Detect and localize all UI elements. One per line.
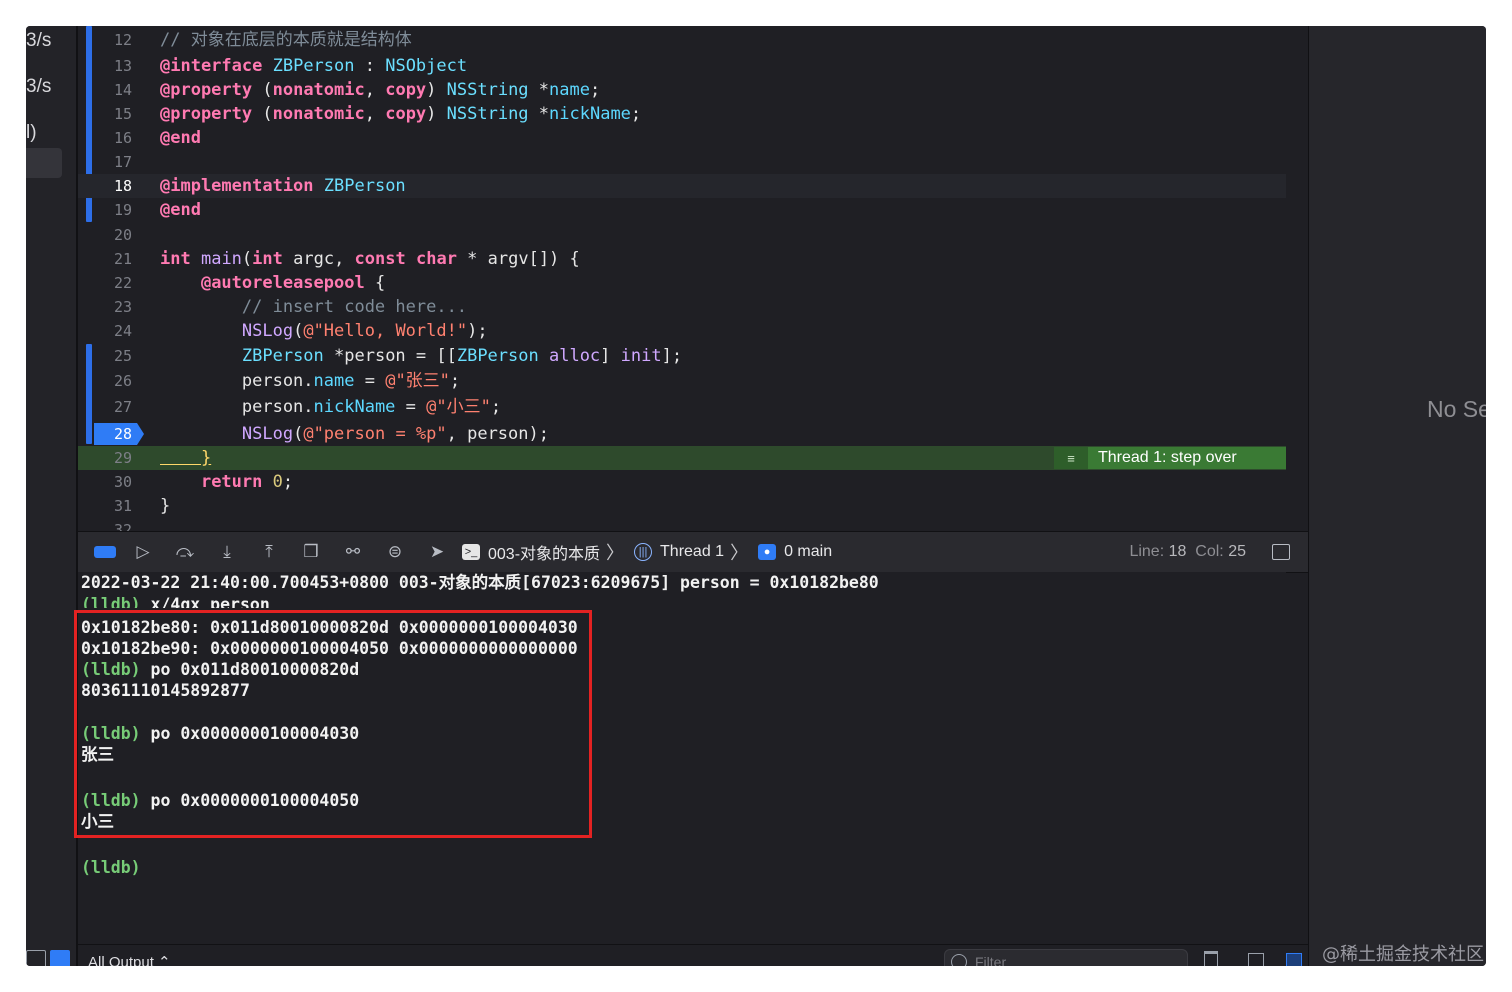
- code-text: person.nickName = @"小三";: [160, 397, 502, 417]
- navigator-fragment: 3/s: [26, 76, 52, 97]
- toggle-console-icon[interactable]: [1272, 544, 1290, 560]
- code-text: NSLog(@"Hello, World!");: [241, 321, 488, 341]
- view-hierarchy-icon[interactable]: ❒: [296, 539, 326, 565]
- watermark: @稀土掘金技术社区: [1322, 944, 1484, 965]
- code-text: ZBPerson *person = [[ZBPerson alloc] ini…: [241, 346, 683, 366]
- chevron-right-icon: 〉: [730, 543, 749, 563]
- code-text: @interface ZBPerson : NSObject: [160, 56, 468, 76]
- code-text: @property (nonatomic, copy) NSString *ni…: [160, 104, 642, 124]
- code-line[interactable]: 14 @property (nonatomic, copy) NSString *…: [78, 78, 1286, 102]
- code-line[interactable]: 26 person.name = @"张三";: [78, 369, 1286, 393]
- code-line[interactable]: 15 @property (nonatomic, copy) NSString *…: [78, 102, 1286, 126]
- variables-pane-icon[interactable]: [1248, 953, 1264, 966]
- navigator-bottom-icons: [26, 950, 70, 966]
- code-text: }: [160, 496, 171, 516]
- code-line[interactable]: 31}: [78, 494, 1286, 518]
- code-line[interactable]: 23 // insert code here...: [78, 295, 1286, 319]
- console-bottom-bar: All Output ⌃ Filter: [78, 944, 1308, 966]
- code-line[interactable]: 27 person.nickName = @"小三";: [78, 395, 1286, 419]
- thread-step-badge[interactable]: ≡ Thread 1: step over: [1054, 447, 1286, 469]
- code-text: @autoreleasepool {: [200, 273, 386, 293]
- code-line[interactable]: 16 @end: [78, 126, 1286, 150]
- breakpoint-marker[interactable]: 28: [94, 423, 144, 445]
- code-text: // insert code here...: [160, 297, 468, 317]
- breadcrumb-label: Thread 1: [660, 543, 725, 560]
- simulate-location-icon[interactable]: ➤: [422, 539, 452, 565]
- console-prompt-line[interactable]: (lldb): [81, 857, 141, 879]
- code-text: return 0;: [200, 472, 294, 492]
- console-filter-field[interactable]: Filter: [944, 949, 1188, 966]
- list-icon: ≡: [1054, 447, 1088, 469]
- breadcrumb-target[interactable]: >_ 003-对象的本质 〉: [462, 539, 624, 565]
- breadcrumb-label: 0 main: [784, 543, 833, 560]
- active-square-icon[interactable]: [50, 950, 70, 966]
- breadcrumb-thread[interactable]: ||| Thread 1 〉: [634, 539, 748, 565]
- code-line[interactable]: NSLog(@"person = %p", person);: [78, 422, 1286, 446]
- code-text: NSLog(@"person = %p", person);: [241, 424, 549, 444]
- code-line-current[interactable]: 18 @implementation ZBPerson: [78, 174, 1286, 198]
- code-text: @implementation ZBPerson: [160, 176, 406, 196]
- navigator-strip: 3/s 3/s l): [26, 26, 78, 966]
- environment-overrides-icon[interactable]: ⊜: [380, 539, 410, 565]
- filter-icon: [951, 954, 967, 966]
- person-icon: ●: [758, 544, 777, 560]
- code-text: }: [160, 448, 212, 468]
- code-text: int main(int argc, const char * argv[]) …: [160, 249, 580, 269]
- breakpoints-toggle-icon[interactable]: [94, 546, 116, 558]
- trash-icon[interactable]: [1204, 951, 1218, 966]
- filter-placeholder: Filter: [975, 954, 1007, 966]
- memory-graph-icon[interactable]: ⚯: [338, 539, 368, 565]
- breadcrumb-label: 003-对象的本质: [488, 546, 601, 563]
- inspector-panel: No Se: [1308, 26, 1486, 966]
- step-out-icon[interactable]: ⤒: [254, 539, 284, 565]
- code-line[interactable]: 13 @interface ZBPerson : NSObject: [78, 54, 1286, 78]
- step-over-icon[interactable]: ⤼: [170, 539, 200, 565]
- highlight-box: [74, 610, 592, 838]
- terminal-icon: >_: [462, 544, 480, 560]
- navigator-fragment: 3/s: [26, 30, 52, 51]
- code-line[interactable]: 25 ZBPerson *person = [[ZBPerson alloc] …: [78, 344, 1286, 368]
- code-line[interactable]: 21 int main(int argc, const char * argv[]…: [78, 247, 1286, 271]
- navigator-fragment: l): [26, 122, 37, 143]
- code-text: person.name = @"张三";: [160, 371, 461, 391]
- breadcrumb-frame[interactable]: ● 0 main: [758, 543, 832, 561]
- cursor-position: Line: 18 Col: 25: [1129, 543, 1246, 560]
- debug-bar: ▷ ⤼ ⤓ ⤒ ❒ ⚯ ⊜ ➤ >_ 003-对象的本质 〉 ||| Threa…: [78, 531, 1308, 573]
- code-line[interactable]: 30 return 0;: [78, 470, 1286, 494]
- code-text: @property (nonatomic, copy) NSString *na…: [160, 80, 601, 100]
- code-line[interactable]: 32: [78, 518, 1286, 531]
- code-text: @end: [160, 128, 201, 148]
- code-text: // 对象在底层的本质就是结构体: [160, 30, 412, 50]
- console-line: 2022-03-22 21:40:00.700453+0800 003-对象的本…: [81, 573, 879, 592]
- no-selection-label: No Se: [1427, 396, 1486, 422]
- source-editor[interactable]: 12// 对象在底层的本质就是结构体 13 @interface ZBPerson…: [78, 26, 1358, 531]
- code-line[interactable]: 17: [78, 150, 1286, 174]
- console-line: (lldb) x/4gx person: [81, 595, 270, 608]
- code-line[interactable]: 24 NSLog(@"Hello, World!");: [78, 319, 1286, 343]
- chevron-right-icon: 〉: [606, 543, 625, 563]
- code-line[interactable]: 20: [78, 223, 1286, 247]
- code-line[interactable]: 12// 对象在底层的本质就是结构体: [78, 28, 1286, 52]
- output-selector[interactable]: All Output ⌃: [88, 953, 171, 966]
- continue-icon[interactable]: ▷: [128, 539, 158, 565]
- code-text: @end: [160, 200, 201, 220]
- code-line[interactable]: 22 @autoreleasepool {: [78, 271, 1286, 295]
- step-into-icon[interactable]: ⤓: [212, 539, 242, 565]
- navigator-selected-row[interactable]: [26, 148, 62, 178]
- code-line[interactable]: 19 @end: [78, 198, 1286, 222]
- console-pane-icon[interactable]: [1286, 953, 1302, 966]
- filter-square-icon[interactable]: [26, 950, 46, 966]
- thread-step-label: Thread 1: step over: [1098, 449, 1237, 466]
- thread-icon: |||: [634, 543, 653, 561]
